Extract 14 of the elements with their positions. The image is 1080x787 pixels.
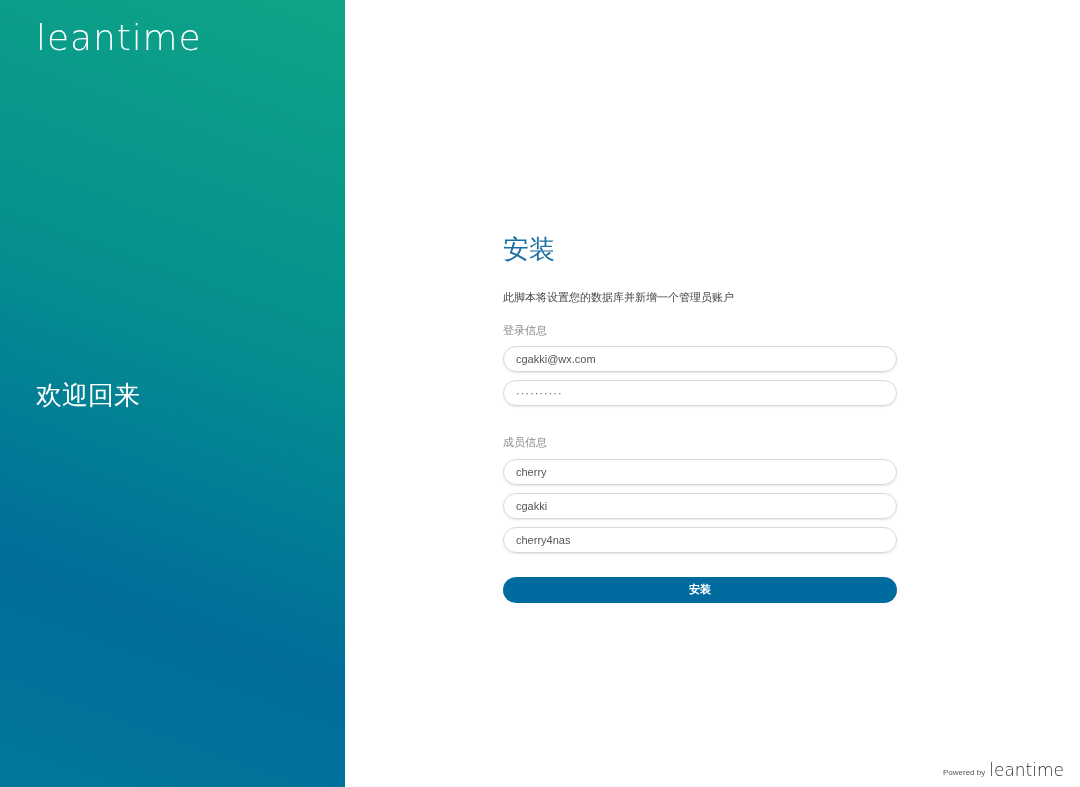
install-button[interactable]: 安装	[503, 576, 897, 603]
input-field[interactable]: cherry4nas	[503, 526, 897, 553]
password-field[interactable]: ··········	[503, 380, 897, 406]
input-field[interactable]: cherry	[503, 458, 897, 485]
description-text: 此脚本将设置您的数据库并新增一个管理员账户	[503, 290, 734, 305]
input-field[interactable]: cgakki@wx.com	[503, 346, 897, 372]
section-label: 成员信息	[503, 435, 547, 450]
page-title: 安装	[503, 233, 555, 266]
footer-logo: leantime	[989, 762, 1064, 779]
powered-by-text: Powered by	[942, 767, 986, 779]
input-field[interactable]: cgakki	[503, 492, 897, 519]
section-label: 登录信息	[503, 322, 547, 338]
leantime-logo: leantime	[36, 20, 202, 56]
welcome-heading: 欢迎回来	[36, 379, 140, 412]
